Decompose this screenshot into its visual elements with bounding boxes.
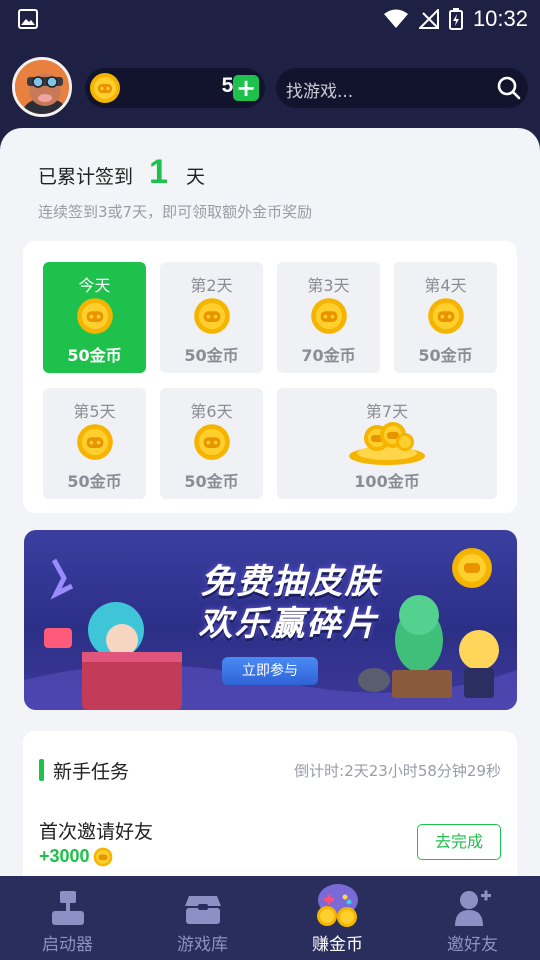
go-complete-button[interactable]: 去完成 (417, 824, 501, 860)
day-label: 今天 (78, 276, 111, 295)
coin-icon (76, 424, 113, 460)
checkin-day-3[interactable]: 第3天 70金币 (277, 262, 380, 373)
nav-label: 游戏库 (177, 935, 228, 955)
day-reward: 70金币 (301, 346, 356, 365)
checkin-day-6[interactable]: 第6天 50金币 (160, 388, 263, 499)
checkin-day-2[interactable]: 第2天 50金币 (160, 262, 263, 373)
newbie-tasks-card: 新手任务 倒计时:2天23小时58分钟29秒 首次邀请好友 +3000 去完成 (23, 731, 517, 888)
no-signal-icon (418, 9, 439, 29)
coin-icon (76, 298, 113, 334)
checkin-day-5[interactable]: 第5天 50金币 (43, 388, 146, 499)
checkin-grid: 今天 50金币 第2天 50金币 第3天 70金币 第4天 50金币 第5天 5… (23, 241, 517, 513)
wifi-icon (383, 9, 408, 28)
promo-banner[interactable]: 免费抽皮肤 欢乐赢碎片 立即参与 (24, 530, 517, 710)
task-name: 首次邀请好友 (39, 821, 154, 843)
day-reward: 50金币 (184, 346, 239, 365)
task-reward: +3000 (39, 846, 113, 867)
section-accent-bar (39, 759, 44, 781)
gallery-notification-icon (18, 9, 38, 29)
day-label: 第3天 (307, 276, 350, 295)
checkin-days-count: 1 (149, 153, 168, 191)
bottom-nav: 启动器 游戏库 赚金币 邀好友 (0, 876, 540, 960)
day-label: 第6天 (190, 402, 233, 421)
status-bar: 10:32 (0, 0, 540, 38)
nav-label: 邀好友 (447, 935, 498, 955)
join-now-button[interactable]: 立即参与 (222, 657, 318, 685)
avatar[interactable] (12, 57, 72, 117)
banner-headline-2: 欢乐赢碎片 (198, 604, 379, 644)
coin-icon (193, 424, 230, 460)
invite-friend-icon (454, 890, 491, 926)
checkin-day-1[interactable]: 今天 50金币 (43, 262, 146, 373)
tasks-countdown: 倒计时:2天23小时58分钟29秒 (294, 762, 501, 780)
earn-coins-icon (316, 884, 358, 927)
day-reward: 50金币 (67, 346, 122, 365)
checkin-subtitle: 连续签到3或7天，即可领取额外金币奖励 (38, 203, 313, 221)
coin-balance[interactable]: 50 + (85, 68, 265, 108)
tasks-title: 新手任务 (53, 761, 130, 783)
main-panel: 已累计签到 1 天 连续签到3或7天，即可领取额外金币奖励 今天 50金币 第2… (0, 128, 540, 888)
coin-icon (193, 298, 230, 334)
coin-pile-icon (349, 422, 425, 465)
game-library-icon (184, 896, 221, 924)
launcher-icon (51, 891, 84, 925)
coin-icon (427, 298, 464, 334)
nav-launcher[interactable]: 启动器 (0, 876, 135, 960)
day-reward: 100金币 (354, 472, 420, 491)
coin-icon (310, 298, 347, 334)
day-label: 第2天 (190, 276, 233, 295)
nav-invite-friends[interactable]: 邀好友 (405, 876, 540, 960)
day-reward: 50金币 (184, 472, 239, 491)
checkin-day-7[interactable]: 第7天 100金币 (277, 388, 497, 499)
day-reward: 50金币 (418, 346, 473, 365)
task-reward-amount: +3000 (39, 846, 90, 866)
nav-game-library[interactable]: 游戏库 (135, 876, 270, 960)
battery-charging-icon (448, 8, 463, 30)
coin-icon (90, 73, 120, 103)
avatar-character-icon (15, 60, 69, 114)
checkin-title-suffix: 天 (185, 166, 205, 188)
search-bar[interactable]: 找游戏... (276, 68, 528, 108)
checkin-title-prefix: 已累计签到 (38, 166, 134, 188)
day-label: 第5天 (73, 402, 116, 421)
checkin-title: 已累计签到 1 天 (38, 153, 205, 192)
coin-icon (93, 847, 112, 866)
search-placeholder[interactable]: 找游戏... (286, 77, 353, 102)
search-icon[interactable] (496, 75, 522, 101)
day-reward: 50金币 (67, 472, 122, 491)
add-coins-button[interactable]: + (233, 75, 259, 101)
checkin-day-4[interactable]: 第4天 50金币 (394, 262, 497, 373)
nav-label: 启动器 (42, 935, 93, 955)
nav-earn-coins[interactable]: 赚金币 (270, 876, 405, 960)
day-label: 第4天 (424, 276, 467, 295)
status-time: 10:32 (472, 6, 528, 31)
nav-label: 赚金币 (312, 935, 363, 955)
